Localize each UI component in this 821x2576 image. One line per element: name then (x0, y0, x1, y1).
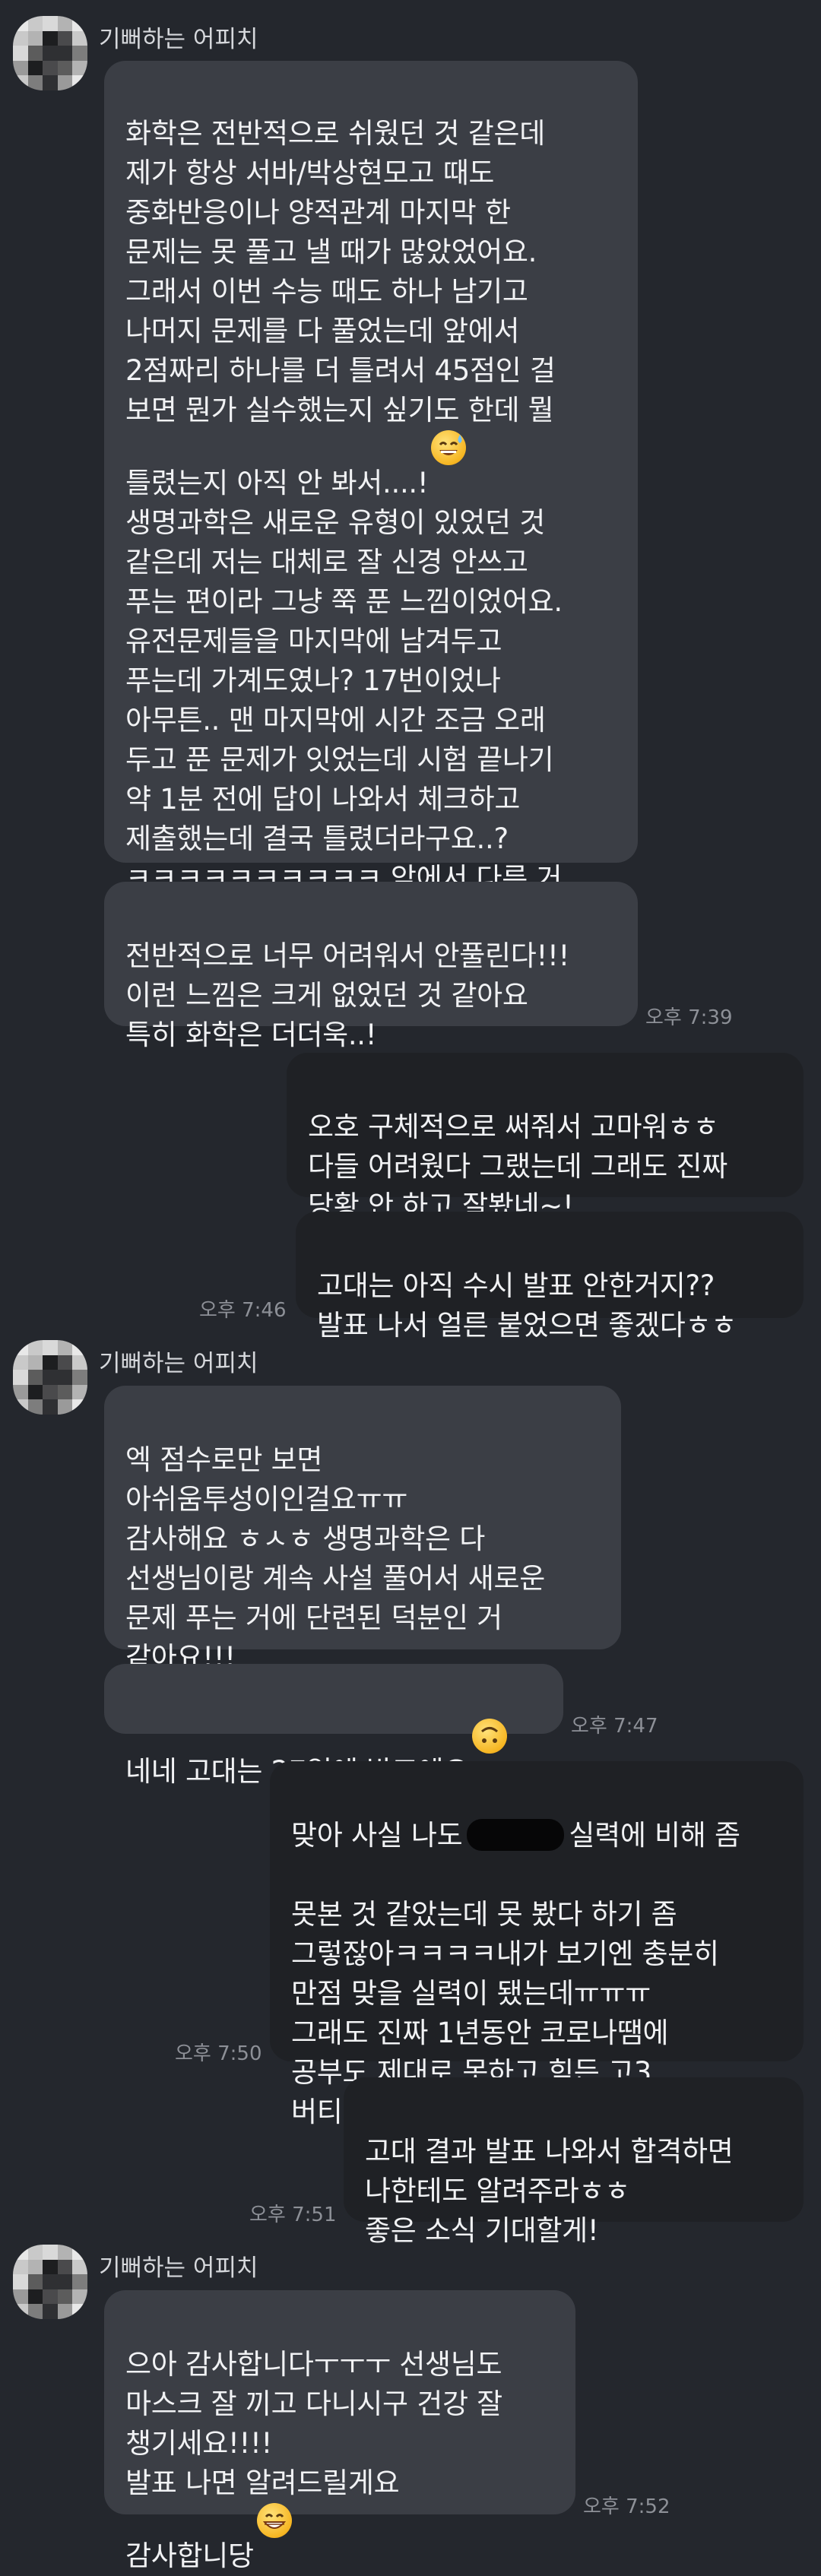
message-text: 고대 결과 발표 나와서 합격하면 나한테도 알려주라ㅎㅎ 좋은 소식 기대할게… (365, 2135, 734, 2247)
sender-name: 기뻐하는 어피치 (99, 1350, 258, 1377)
message-bubble-outgoing[interactable]: 맞아 사실 나도 실력에 비해 좀 못본 것 같았는데 못 봤다 하기 좀 그렇잖… (270, 1761, 804, 2128)
message-time: 오후 7:50 (175, 2042, 262, 2065)
message-text: 맞아 사실 나도 (291, 1819, 463, 1852)
sweat-smile-emoji-icon (431, 430, 467, 465)
grinning-emoji-icon (256, 2503, 292, 2538)
message-time: 오후 7:51 (249, 2204, 337, 2226)
message-time: 오후 7:39 (645, 1006, 733, 1029)
redacted-name-mark (467, 1819, 565, 1851)
message-text: 화학은 전반적으로 쉬웠던 것 같은데 제가 항상 서바/박상현모고 때도 중화… (125, 117, 556, 499)
avatar[interactable] (13, 2245, 87, 2319)
message-text: 실력에 비해 좀 (569, 1819, 740, 1852)
message-time: 오후 7:47 (571, 1715, 658, 1738)
avatar[interactable] (13, 1340, 87, 1415)
message-time: 오후 7:46 (199, 1299, 287, 1322)
message-text: 생명과학은 새로운 유형이 있었던 것 같은데 저는 대체로 잘 신경 안쓰고 … (125, 506, 563, 934)
upside-down-smile-emoji-icon (472, 1719, 508, 1754)
sender-name: 기뻐하는 어피치 (99, 2254, 258, 2282)
sender-name: 기뻐하는 어피치 (99, 26, 258, 53)
message-text: 오호 구체적으로 써줘서 고마워ㅎㅎ 다들 어려웠다 그랬는데 그래도 진짜 당… (308, 1111, 727, 1222)
message-time: 오후 7:52 (583, 2495, 670, 2518)
message-bubble-incoming[interactable]: 엑 점수로만 보면 아쉬움투성이인걸요ㅠㅠ 감사해요 ㅎㅅㅎ 생명과학은 다 선… (104, 1386, 621, 1674)
avatar[interactable] (13, 16, 87, 90)
message-bubble-incoming[interactable]: 으아 감사합니다ㅜㅜㅜ 선생님도 마스크 잘 끼고 다니시구 건강 잘 챙기세요… (104, 2290, 575, 2572)
message-text: 고대는 아직 수시 발표 안한거지?? 발표 나서 얼른 붙었으면 좋겠다ㅎㅎ (317, 1269, 737, 1342)
message-bubble-outgoing[interactable]: 오호 구체적으로 써줘서 고마워ㅎㅎ 다들 어려웠다 그랬는데 그래도 진짜 당… (287, 1053, 804, 1222)
message-bubble-incoming[interactable]: 전반적으로 너무 어려워서 안풀린다!!! 이런 느낌은 크게 없었던 것 같아… (104, 882, 638, 1051)
message-text: 엑 점수로만 보면 아쉬움투성이인걸요ㅠㅠ 감사해요 ㅎㅅㅎ 생명과학은 다 선… (125, 1443, 545, 1674)
message-bubble-incoming[interactable]: 네네 고대는 27일에 발표에요 (104, 1664, 563, 1788)
message-bubble-outgoing[interactable]: 고대는 아직 수시 발표 안한거지?? 발표 나서 얼른 붙었으면 좋겠다ㅎㅎ (296, 1212, 804, 1342)
message-text: 전반적으로 너무 어려워서 안풀린다!!! 이런 느낌은 크게 없었던 것 같아… (125, 939, 570, 1051)
message-bubble-incoming[interactable]: 화학은 전반적으로 쉬웠던 것 같은데 제가 항상 서바/박상현모고 때도 중화… (104, 61, 638, 934)
message-text: 으아 감사합니다ㅜㅜㅜ 선생님도 마스크 잘 끼고 다니시구 건강 잘 챙기세요… (125, 2348, 502, 2572)
message-bubble-outgoing[interactable]: 고대 결과 발표 나와서 합격하면 나한테도 알려주라ㅎㅎ 좋은 소식 기대할게… (344, 2077, 804, 2247)
